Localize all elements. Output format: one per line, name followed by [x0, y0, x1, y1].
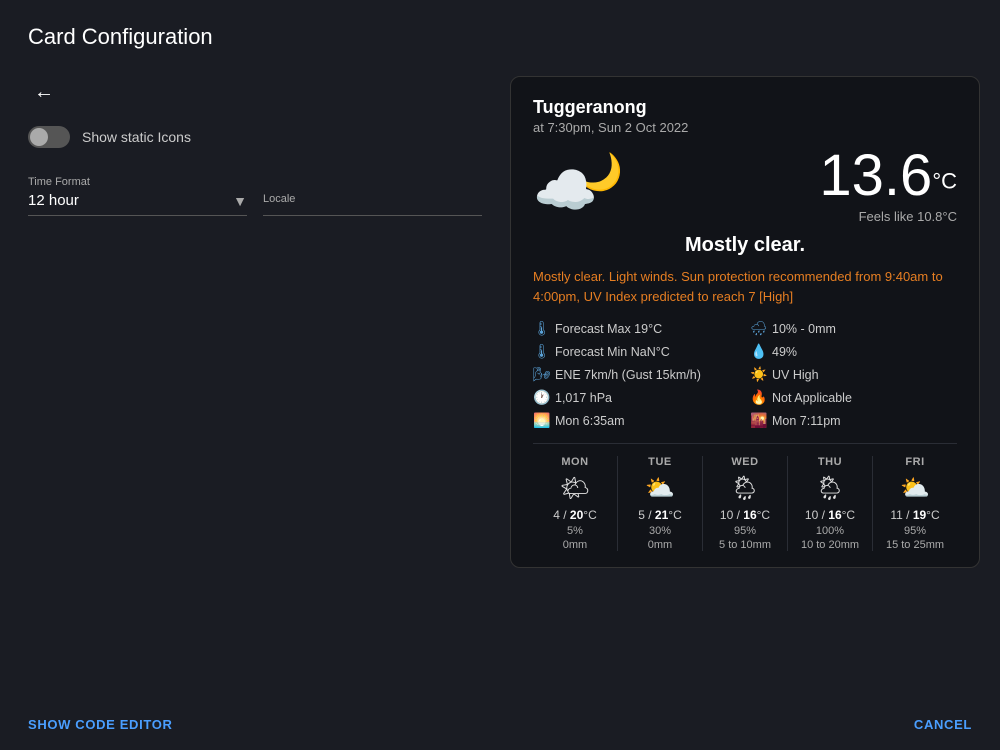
forecast-icon: ⛅ — [877, 474, 953, 503]
forecast-rain: 15 to 25mm — [877, 539, 953, 551]
weather-forecast: MON 🌤 4 / 20°C 5% 0mm TUE ⛅ 5 / 21°C 30%… — [533, 443, 957, 551]
forecast-temps: 11 / 19°C — [877, 508, 953, 522]
forecast-pop: 95% — [877, 525, 953, 537]
forecast-temps: 10 / 16°C — [792, 508, 868, 522]
stat-icon: 🌬 — [533, 366, 549, 383]
forecast-icon: 🌦 — [792, 474, 868, 503]
stat-label: 1,017 hPa — [555, 391, 612, 405]
stat-label: Mon 7:11pm — [772, 414, 841, 428]
forecast-rain: 10 to 20mm — [792, 539, 868, 551]
forecast-day: FRI ⛅ 11 / 19°C 95% 15 to 25mm — [873, 456, 957, 551]
forecast-day-name: WED — [707, 456, 783, 468]
weather-top: 🌙 ☁️ 13.6°C Feels like 10.8°C — [533, 147, 957, 224]
forecast-icon: 🌦 — [707, 474, 783, 503]
weather-description: Mostly clear. Light winds. Sun protectio… — [533, 267, 957, 306]
stat-icon: 🌇 — [750, 412, 766, 429]
stat-row: 🌬 ENE 7km/h (Gust 15km/h) — [533, 366, 740, 383]
stat-icon: 💧 — [750, 343, 766, 360]
forecast-day-name: TUE — [622, 456, 698, 468]
stat-icon: 🌧 — [750, 320, 766, 337]
forecast-pop: 100% — [792, 525, 868, 537]
time-format-label: Time Format — [28, 176, 247, 188]
weather-datetime: at 7:30pm, Sun 2 Oct 2022 — [533, 120, 957, 135]
forecast-day-name: FRI — [877, 456, 953, 468]
stat-row: 🌡 Forecast Max 19°C — [533, 320, 740, 337]
stat-icon: 🌡 — [533, 320, 549, 337]
static-icons-toggle[interactable] — [28, 126, 70, 148]
weather-temperature: 13.6°C Feels like 10.8°C — [819, 147, 957, 224]
time-format-value: 12 hour — [28, 192, 79, 209]
forecast-temps: 5 / 21°C — [622, 508, 698, 522]
forecast-pop: 30% — [622, 525, 698, 537]
cloud-icon: ☁️ — [533, 160, 598, 221]
stat-icon: 🌡 — [533, 343, 549, 360]
stat-row: ☀️ UV High — [750, 366, 957, 383]
stat-label: 10% - 0mm — [772, 322, 836, 336]
weather-stats: 🌡 Forecast Max 19°C 🌧 10% - 0mm 🌡 Forecast Mi… — [533, 320, 957, 429]
forecast-rain: 0mm — [622, 539, 698, 551]
temp-unit: °C — [932, 169, 957, 194]
locale-label: Locale — [263, 193, 482, 205]
stat-icon: 🔥 — [750, 389, 766, 406]
forecast-day: THU 🌦 10 / 16°C 100% 10 to 20mm — [788, 456, 873, 551]
stat-row: 🌡 Forecast Min NaN°C — [533, 343, 740, 360]
stat-icon: 🌅 — [533, 412, 549, 429]
forecast-temps: 4 / 20°C — [537, 508, 613, 522]
forecast-pop: 5% — [537, 525, 613, 537]
weather-card: Tuggeranong at 7:30pm, Sun 2 Oct 2022 🌙 … — [510, 76, 980, 568]
forecast-pop: 95% — [707, 525, 783, 537]
show-code-editor-button[interactable]: SHOW CODE EDITOR — [28, 717, 173, 732]
stat-label: UV High — [772, 368, 819, 382]
forecast-day: TUE ⛅ 5 / 21°C 30% 0mm — [618, 456, 703, 551]
forecast-icon: 🌤 — [537, 474, 613, 503]
chevron-down-icon: ▼ — [233, 193, 247, 209]
temp-value: 13.6 — [819, 143, 932, 208]
stat-row: 🕐 1,017 hPa — [533, 389, 740, 406]
forecast-day: MON 🌤 4 / 20°C 5% 0mm — [533, 456, 618, 551]
forecast-rain: 0mm — [537, 539, 613, 551]
stat-label: Forecast Max 19°C — [555, 322, 662, 336]
feels-like: Feels like 10.8°C — [819, 209, 957, 224]
stat-label: 49% — [772, 345, 797, 359]
stat-row: 🌇 Mon 7:11pm — [750, 412, 957, 429]
stat-row: 🌧 10% - 0mm — [750, 320, 957, 337]
forecast-day: WED 🌦 10 / 16°C 95% 5 to 10mm — [703, 456, 788, 551]
toggle-label: Show static Icons — [82, 129, 191, 145]
footer: SHOW CODE EDITOR CANCEL — [0, 699, 1000, 750]
weather-location: Tuggeranong — [533, 97, 957, 118]
toggle-thumb — [30, 128, 48, 146]
weather-main-icon: 🌙 ☁️ — [533, 151, 623, 221]
stat-label: ENE 7km/h (Gust 15km/h) — [555, 368, 701, 382]
form-row: Time Format 12 hour ▼ Locale — [28, 176, 482, 216]
left-panel: ← Show static Icons Time Format 12 hour … — [0, 66, 510, 746]
weather-condition: Mostly clear. — [533, 234, 957, 257]
toggle-row: Show static Icons — [28, 126, 482, 148]
stat-row: 💧 49% — [750, 343, 957, 360]
forecast-day-name: MON — [537, 456, 613, 468]
stat-icon: 🕐 — [533, 389, 549, 406]
stat-row: 🌅 Mon 6:35am — [533, 412, 740, 429]
forecast-day-name: THU — [792, 456, 868, 468]
forecast-icon: ⛅ — [622, 474, 698, 503]
cancel-button[interactable]: CANCEL — [914, 717, 972, 732]
stat-label: Forecast Min NaN°C — [555, 345, 670, 359]
stat-row: 🔥 Not Applicable — [750, 389, 957, 406]
forecast-temps: 10 / 16°C — [707, 508, 783, 522]
stat-label: Not Applicable — [772, 391, 852, 405]
stat-label: Mon 6:35am — [555, 414, 624, 428]
forecast-rain: 5 to 10mm — [707, 539, 783, 551]
back-button[interactable]: ← — [28, 76, 60, 108]
stat-icon: ☀️ — [750, 366, 766, 383]
time-format-field[interactable]: Time Format 12 hour ▼ — [28, 176, 247, 216]
locale-field[interactable]: Locale — [263, 193, 482, 216]
right-panel: Tuggeranong at 7:30pm, Sun 2 Oct 2022 🌙 … — [510, 66, 1000, 746]
page-title: Card Configuration — [0, 0, 1000, 66]
